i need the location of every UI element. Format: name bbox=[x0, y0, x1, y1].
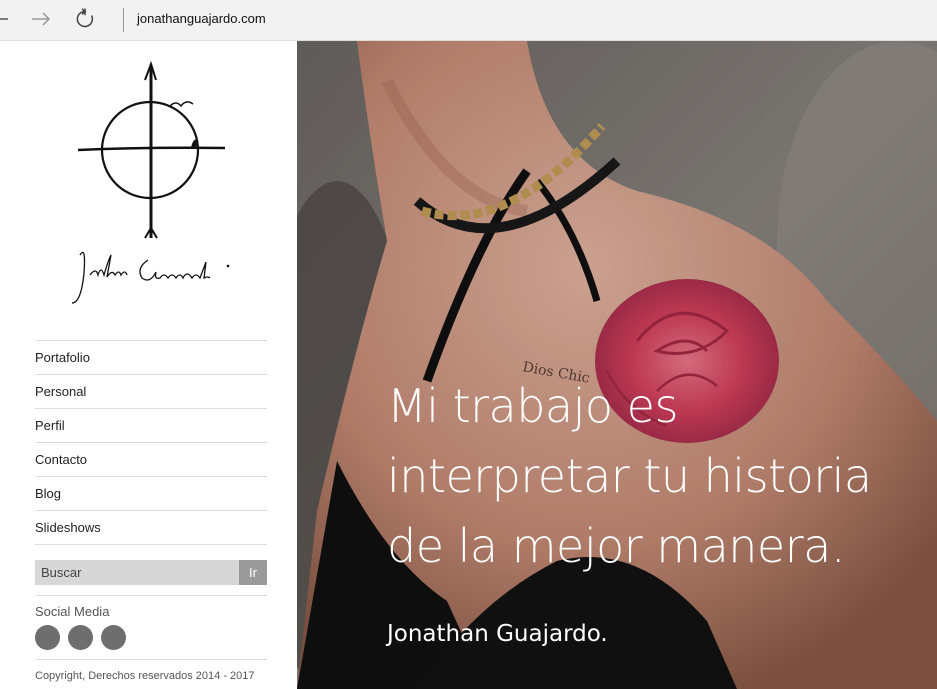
menu-item-perfil[interactable]: Perfil bbox=[35, 408, 267, 442]
back-arrow-icon[interactable] bbox=[0, 7, 12, 31]
menu-item-personal[interactable]: Personal bbox=[35, 374, 267, 408]
copyright-text: Copyright, Derechos reservados 2014 - 20… bbox=[35, 670, 255, 682]
menu-item-slideshows[interactable]: Slideshows bbox=[35, 510, 267, 545]
hero-section: Dios Chic Mi trabajo es interpretar tu h… bbox=[297, 41, 937, 689]
menu-item-portafolio[interactable]: Portafolio bbox=[35, 340, 267, 374]
social-icon-2[interactable] bbox=[68, 625, 93, 650]
forward-arrow-icon[interactable] bbox=[29, 7, 53, 31]
main-menu: Portafolio Personal Perfil Contacto Blog… bbox=[35, 340, 267, 545]
refresh-icon[interactable] bbox=[73, 7, 97, 31]
search-input[interactable] bbox=[35, 560, 239, 585]
social-media-title: Social Media bbox=[35, 604, 110, 619]
divider bbox=[35, 659, 267, 660]
divider bbox=[35, 595, 267, 596]
hero-tagline: Mi trabajo es interpretar tu historia de… bbox=[387, 379, 872, 573]
address-bar[interactable]: jonathanguajardo.com bbox=[137, 11, 266, 26]
menu-item-contacto[interactable]: Contacto bbox=[35, 442, 267, 476]
social-links bbox=[35, 625, 134, 650]
browser-toolbar: jonathanguajardo.com bbox=[0, 0, 937, 41]
social-icon-1[interactable] bbox=[35, 625, 60, 650]
social-icon-3[interactable] bbox=[101, 625, 126, 650]
address-separator bbox=[123, 8, 124, 32]
hero-name: Jonathan Guajardo. bbox=[387, 621, 608, 647]
search-form: Ir bbox=[35, 560, 267, 585]
search-button[interactable]: Ir bbox=[239, 560, 267, 585]
site-logo[interactable] bbox=[60, 60, 240, 310]
hero-photo: Dios Chic bbox=[297, 41, 937, 689]
menu-item-blog[interactable]: Blog bbox=[35, 476, 267, 510]
